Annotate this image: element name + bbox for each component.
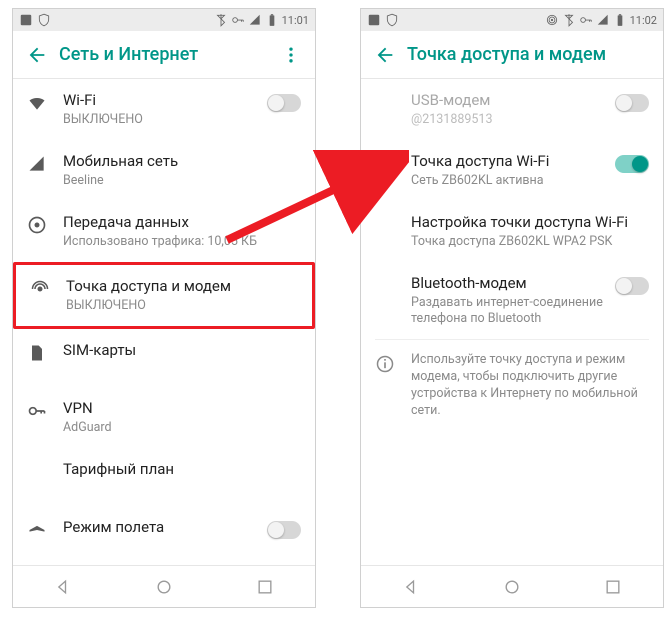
info-icon: [375, 352, 411, 420]
row-vpn[interactable]: VPN AdGuard: [13, 387, 315, 448]
gallery-icon: [367, 13, 381, 27]
nav-home[interactable]: [492, 567, 532, 607]
screen-title: Сеть и Интернет: [59, 44, 273, 65]
wifi-toggle[interactable]: [267, 94, 301, 112]
bluetooth-icon: [562, 13, 576, 27]
row-subtitle: ВЫКЛЮЧЕНО: [66, 298, 298, 314]
row-usb-modem: USB-модем @2131889513: [361, 79, 663, 140]
nav-recent[interactable]: [593, 567, 633, 607]
navbar: [13, 565, 315, 607]
battery-icon: [265, 13, 279, 27]
usb-toggle: [615, 94, 649, 112]
row-subtitle: ВЫКЛЮЧЕНО: [63, 112, 261, 128]
row-hotspot[interactable]: Точка доступа и модем ВЫКЛЮЧЕНО: [13, 262, 315, 329]
row-subtitle: Использовано трафика: 10,05 КБ: [63, 234, 301, 250]
phone-right: 11:02 Точка доступа и модем USB-модем @2…: [360, 8, 664, 608]
row-title: Точка доступа и модем: [66, 277, 298, 296]
key-icon: [579, 13, 593, 27]
row-airplane[interactable]: Режим полета: [13, 506, 315, 564]
row-subtitle: Beeline: [63, 173, 301, 189]
row-wifi[interactable]: Wi-Fi ВЫКЛЮЧЕНО: [13, 79, 315, 140]
plan-icon: [27, 460, 63, 462]
statusbar: 11:01: [13, 9, 315, 31]
row-title: VPN: [63, 399, 301, 418]
back-button[interactable]: [367, 37, 403, 73]
row-title: SIM-карты: [63, 341, 301, 360]
row-data[interactable]: Передача данных Использовано трафика: 10…: [13, 201, 315, 262]
row-plan[interactable]: Тарифный план: [13, 448, 315, 506]
sim-icon: [27, 341, 63, 363]
row-sim[interactable]: SIM-карты: [13, 329, 315, 387]
row-wifi-ap[interactable]: Точка доступа Wi-Fi Сеть ZB602KL активна: [361, 140, 663, 201]
row-title: Режим полета: [63, 518, 261, 537]
clock: 11:02: [630, 14, 657, 27]
vpn-icon: [27, 399, 63, 421]
row-mobile[interactable]: Мобильная сеть Beeline: [13, 140, 315, 201]
row-subtitle: AdGuard: [63, 420, 301, 436]
row-title: Передача данных: [63, 213, 301, 232]
back-button[interactable]: [19, 37, 55, 73]
wifi-icon: [27, 91, 63, 113]
nav-home[interactable]: [144, 567, 184, 607]
clock: 11:01: [282, 14, 309, 27]
airplane-toggle[interactable]: [267, 521, 301, 539]
key-icon: [231, 13, 245, 27]
bluetooth-icon: [214, 13, 228, 27]
data-icon: [27, 213, 63, 235]
hotspot-icon: [30, 277, 66, 299]
settings-list: USB-модем @2131889513 Точка доступа Wi-F…: [361, 79, 663, 565]
row-wifi-ap-config[interactable]: Настройка точки доступа Wi-Fi Точка дост…: [361, 201, 663, 262]
battery-icon: [613, 13, 627, 27]
shield-icon: [37, 13, 51, 27]
statusbar: 11:02: [361, 9, 663, 31]
overflow-button[interactable]: [273, 37, 309, 73]
nav-recent[interactable]: [245, 567, 285, 607]
wifi-ap-toggle[interactable]: [615, 155, 649, 173]
row-subtitle: Раздавать интернет-соединение телефона п…: [411, 295, 609, 328]
appbar: Точка доступа и модем: [361, 31, 663, 79]
row-subtitle: Сеть ZB602KL активна: [411, 173, 609, 189]
row-title: Точка доступа Wi-Fi: [411, 152, 609, 171]
nav-back[interactable]: [43, 567, 83, 607]
airplane-icon: [27, 518, 63, 540]
row-title: Тарифный план: [63, 460, 301, 479]
info-text: Используйте точку доступа и режим модема…: [411, 352, 649, 420]
navbar: [361, 565, 663, 607]
row-title: Настройка точки доступа Wi-Fi: [411, 213, 649, 232]
hotspot-status-icon: [545, 13, 559, 27]
bt-toggle[interactable]: [615, 277, 649, 295]
row-title: Bluetooth-модем: [411, 274, 609, 293]
row-title: Wi-Fi: [63, 91, 261, 110]
screen-title: Точка доступа и модем: [407, 44, 657, 65]
row-subtitle: Точка доступа ZB602KL WPA2 PSK: [411, 234, 649, 250]
phone-left: 11:01 Сеть и Интернет Wi-Fi ВЫКЛЮЧЕНО Мо…: [12, 8, 316, 608]
appbar: Сеть и Интернет: [13, 31, 315, 79]
gallery-icon: [19, 13, 33, 27]
row-title: Мобильная сеть: [63, 152, 301, 171]
info-note: Используйте точку доступа и режим модема…: [361, 340, 663, 432]
mobile-icon: [27, 152, 63, 174]
shield-icon: [385, 13, 399, 27]
row-title: USB-модем: [411, 91, 609, 110]
signal-icon: [596, 13, 610, 27]
nav-back[interactable]: [391, 567, 431, 607]
settings-list: Wi-Fi ВЫКЛЮЧЕНО Мобильная сеть Beeline П…: [13, 79, 315, 565]
signal-icon: [248, 13, 262, 27]
row-subtitle: @2131889513: [411, 112, 609, 128]
row-bt-modem[interactable]: Bluetooth-модем Раздавать интернет-соеди…: [361, 262, 663, 339]
